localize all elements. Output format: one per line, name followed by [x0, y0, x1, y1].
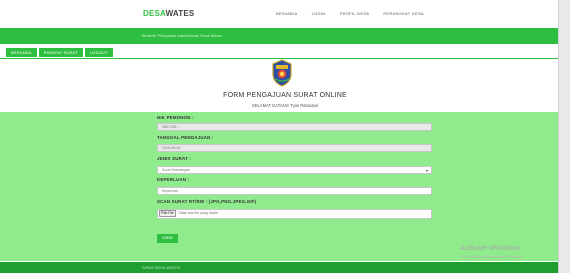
nav-perangkat-desa[interactable]: PERANGKAT DESA: [383, 11, 424, 16]
browser-page: DESAWATES BERANDA LOGIN PROFIL DESA PERA…: [0, 0, 559, 273]
nav-login[interactable]: LOGIN: [312, 11, 326, 16]
keperluan-label: KEPERLUAN :: [157, 177, 190, 182]
welcome-text: SELAMAT DATANG Tyas Ratnasari: [251, 103, 319, 108]
activate-windows-title: Activate Windows: [460, 243, 520, 252]
nav-profil-desa[interactable]: PROFIL DESA: [340, 11, 370, 16]
file-status-text: Tidak ada file yang dipilih: [177, 211, 219, 215]
keperluan-field[interactable]: Keperluan: [157, 187, 432, 195]
brand-prefix: DESA: [143, 9, 166, 18]
beranda-button[interactable]: BERANDA: [6, 48, 37, 57]
riwayat-surat-button[interactable]: RIWAYAT SURAT: [38, 48, 83, 57]
chevron-down-icon: ▾: [425, 168, 428, 173]
village-emblem-icon: [272, 59, 292, 87]
scan-label: SCAN SURAT RT/RW : (JPG,PNG,JPEG,GIF): [157, 199, 257, 204]
jenis-surat-value: Surat Keterangan: [162, 168, 191, 172]
jenis-surat-select[interactable]: Surat Keterangan ▾: [157, 166, 432, 174]
tanggal-field[interactable]: 2019-08-04: [157, 144, 432, 152]
site-brand[interactable]: DESAWATES: [143, 9, 194, 18]
hero-banner: Website Pelayanan Administrasi Desa Wate…: [0, 28, 558, 44]
footer-text: SIPAS DESA WATES: [142, 265, 181, 270]
nik-field[interactable]: 3507128...: [157, 123, 432, 131]
logout-button[interactable]: LOGOUT: [84, 48, 113, 57]
brand-suffix: WATES: [165, 9, 195, 18]
jenis-surat-label: JENIS SURAT :: [157, 156, 191, 161]
activate-windows-subtitle: Go to Settings to activate Windows.: [460, 254, 524, 259]
submit-button[interactable]: KIRIM: [157, 234, 178, 243]
top-navbar: DESAWATES BERANDA LOGIN PROFIL DESA PERA…: [0, 0, 558, 28]
choose-file-button[interactable]: Pilih File: [159, 210, 176, 217]
tanggal-label: TANGGAL PENGAJUAN :: [157, 135, 214, 140]
page-footer: SIPAS DESA WATES: [0, 262, 558, 273]
banner-text: Website Pelayanan Administrasi Desa Wate…: [142, 34, 222, 38]
nik-label: NIK PEMOHON :: [157, 115, 194, 120]
form-title: FORM PENGAJUAN SURAT ONLINE: [223, 92, 347, 99]
nav-links: BERANDA LOGIN PROFIL DESA PERANGKAT DESA: [276, 11, 437, 16]
nav-beranda[interactable]: BERANDA: [276, 11, 297, 16]
action-button-row: BERANDA RIWAYAT SURAT LOGOUT: [6, 48, 113, 57]
scan-file-input[interactable]: Pilih File Tidak ada file yang dipilih: [157, 209, 432, 219]
